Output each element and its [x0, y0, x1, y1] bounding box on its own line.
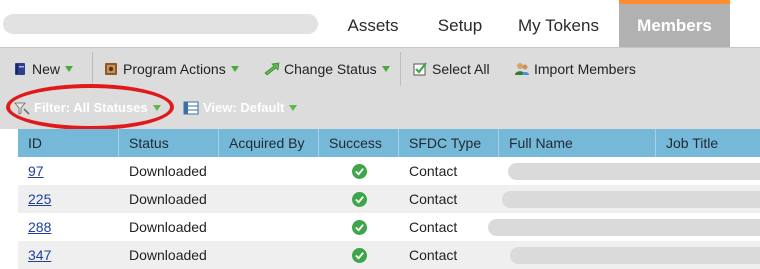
- checkmark-icon: [352, 164, 367, 179]
- filter-bar: Filter: All Statuses View: Default: [0, 89, 760, 129]
- member-id-link[interactable]: 97: [28, 163, 44, 179]
- chevron-down-icon: [152, 105, 161, 111]
- view-dropdown[interactable]: View: Default: [183, 98, 298, 118]
- top-nav: Assets Setup My Tokens Members: [0, 0, 760, 47]
- members-grid: ID Status Acquired By Success SFDC Type …: [18, 129, 760, 269]
- table-row[interactable]: 225 Downloaded Contact: [18, 185, 760, 213]
- cell-status: Downloaded: [129, 247, 207, 263]
- cell-status: Downloaded: [129, 191, 207, 207]
- filter-status-dropdown[interactable]: Filter: All Statuses: [14, 98, 161, 118]
- tab-members[interactable]: Members: [619, 0, 730, 47]
- cell-acquired-by: [219, 213, 229, 241]
- select-all-label: Select All: [432, 61, 490, 77]
- chevron-down-icon: [65, 66, 74, 72]
- import-members-label: Import Members: [534, 61, 636, 77]
- column-header-status[interactable]: Status: [119, 129, 219, 157]
- column-header-sfdc-type[interactable]: SFDC Type: [399, 129, 499, 157]
- checkmark-icon: [352, 220, 367, 235]
- cell-acquired-by: [219, 157, 229, 185]
- import-members-icon: [514, 61, 530, 77]
- cell-id[interactable]: 288: [18, 213, 51, 241]
- cell-status: Downloaded: [129, 163, 207, 179]
- column-header-job-title[interactable]: Job Title: [656, 129, 760, 157]
- checkmark-icon: [352, 192, 367, 207]
- redacted-name-jobtitle: [510, 247, 760, 264]
- toolbar-divider: [400, 52, 401, 86]
- program-actions-button[interactable]: Program Actions: [103, 58, 239, 80]
- new-button-label: New: [32, 61, 61, 77]
- table-row[interactable]: 288 Downloaded Contact: [18, 213, 760, 241]
- cell-status: Downloaded: [129, 219, 207, 235]
- chevron-down-icon: [289, 105, 298, 111]
- redacted-name-jobtitle: [502, 191, 760, 208]
- chevron-down-icon: [230, 66, 239, 72]
- view-grid-icon: [183, 100, 199, 116]
- member-id-link[interactable]: 347: [28, 247, 51, 263]
- tab-my-tokens[interactable]: My Tokens: [505, 0, 612, 47]
- cell-id[interactable]: 347: [18, 241, 51, 269]
- cell-sfdc-type: Contact: [409, 247, 458, 263]
- redacted-name-jobtitle: [508, 163, 760, 180]
- toolbar: New Program Actions Change Status Select…: [0, 47, 760, 89]
- select-all-button[interactable]: Select All: [412, 58, 490, 80]
- program-title-redacted: [3, 14, 318, 34]
- tab-setup[interactable]: Setup: [425, 0, 495, 47]
- table-row[interactable]: 347 Downloaded Contact: [18, 241, 760, 269]
- import-members-button[interactable]: Import Members: [514, 58, 636, 80]
- chevron-down-icon: [381, 66, 390, 72]
- change-status-arrow-icon: [264, 61, 280, 77]
- cell-sfdc-type: Contact: [409, 191, 458, 207]
- new-button[interactable]: New: [12, 58, 74, 80]
- checkmark-icon: [352, 248, 367, 263]
- select-all-icon: [412, 61, 428, 77]
- column-header-full-name[interactable]: Full Name: [499, 129, 656, 157]
- change-status-button[interactable]: Change Status: [264, 58, 390, 80]
- tab-assets[interactable]: Assets: [333, 0, 413, 47]
- view-label: View: Default: [203, 100, 285, 115]
- cell-sfdc-type: Contact: [409, 163, 458, 179]
- cell-id[interactable]: 225: [18, 185, 51, 213]
- change-status-label: Change Status: [284, 61, 377, 77]
- cell-acquired-by: [219, 185, 229, 213]
- column-header-success[interactable]: Success: [319, 129, 399, 157]
- cell-sfdc-type: Contact: [409, 219, 458, 235]
- toolbar-divider: [92, 52, 93, 86]
- member-id-link[interactable]: 225: [28, 191, 51, 207]
- column-header-acquired-by[interactable]: Acquired By: [219, 129, 319, 157]
- grid-header: ID Status Acquired By Success SFDC Type …: [18, 129, 760, 157]
- cell-id[interactable]: 97: [18, 157, 44, 185]
- member-id-link[interactable]: 288: [28, 219, 51, 235]
- column-header-id[interactable]: ID: [18, 129, 119, 157]
- funnel-icon: [14, 100, 30, 116]
- program-actions-icon: [103, 61, 119, 77]
- book-icon: [12, 61, 28, 77]
- redacted-name-jobtitle: [488, 219, 760, 236]
- filter-status-label: Filter: All Statuses: [34, 100, 148, 115]
- program-actions-label: Program Actions: [123, 61, 226, 77]
- table-row[interactable]: 97 Downloaded Contact: [18, 157, 760, 185]
- cell-acquired-by: [219, 241, 229, 269]
